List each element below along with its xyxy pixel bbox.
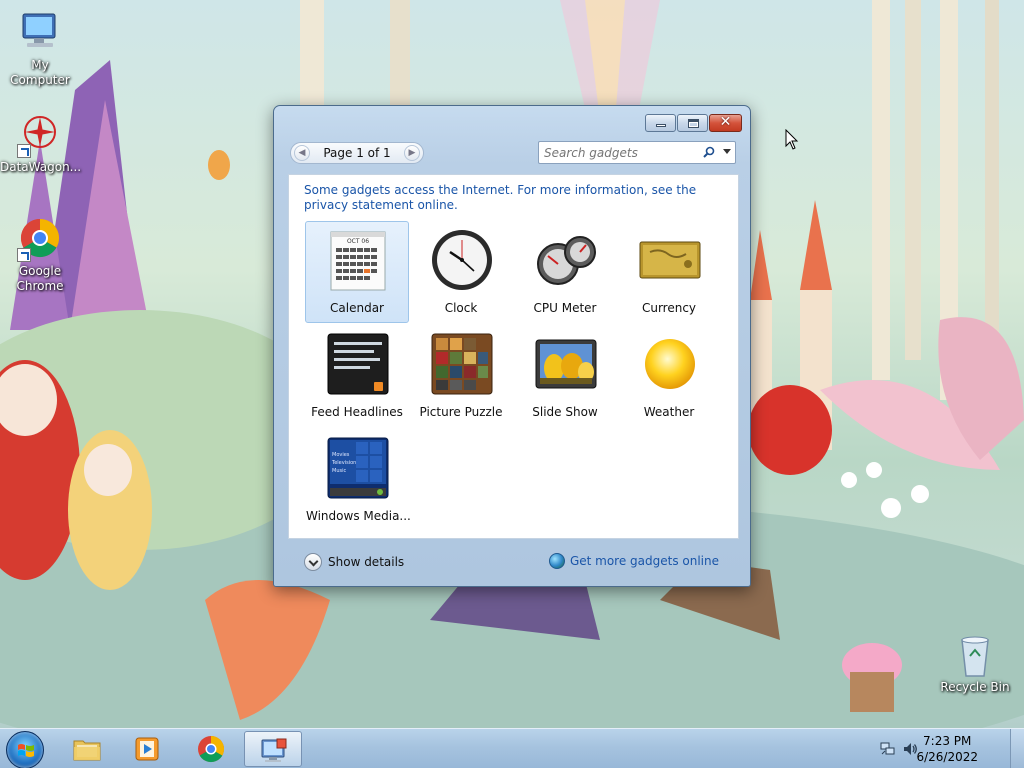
svg-text:Movies: Movies xyxy=(332,452,350,458)
desktop-icon-label: DataWagon... xyxy=(0,160,82,174)
globe-icon xyxy=(548,553,565,569)
chevron-down-icon xyxy=(304,553,322,571)
gadget-cpu-meter[interactable]: CPU Meter xyxy=(513,221,617,323)
gadget-label: Feed Headlines xyxy=(311,405,403,419)
show-details-label: Show details xyxy=(328,555,405,569)
mouse-cursor-icon xyxy=(785,129,799,150)
gadget-label: Currency xyxy=(641,301,697,315)
cpu-meter-icon xyxy=(537,236,596,285)
privacy-notice-link[interactable]: Some gadgets access the Internet. For mo… xyxy=(304,183,724,213)
feed-headlines-icon xyxy=(327,333,389,395)
shortcut-arrow-icon xyxy=(17,248,31,262)
svg-text:Television: Television xyxy=(331,460,356,466)
folder-icon xyxy=(73,740,101,761)
gadget-windows-media-center[interactable]: Movies Television Music Windows Media... xyxy=(305,429,411,531)
desktop-icon-my-computer[interactable]: My Computer xyxy=(0,10,80,88)
gadget-label: Clock xyxy=(444,301,478,315)
gadget-currency[interactable]: Currency xyxy=(617,221,721,323)
gadget-label: Windows Media... xyxy=(306,509,411,523)
window-caption-buttons: ✕ xyxy=(645,114,742,132)
weather-icon xyxy=(645,339,695,389)
taskbar: 7:23 PM 6/26/2022 xyxy=(0,728,1024,768)
search-box xyxy=(538,141,736,164)
system-tray: 7:23 PM 6/26/2022 xyxy=(874,729,1024,768)
search-icon[interactable] xyxy=(703,146,715,158)
search-dropdown-icon[interactable] xyxy=(723,149,731,154)
slide-show-icon xyxy=(535,339,597,389)
currency-icon xyxy=(639,241,701,279)
get-more-gadgets-label: Get more gadgets online xyxy=(569,554,719,568)
clock-time: 7:23 PM xyxy=(923,734,972,748)
desktop-icon-label: My Computer xyxy=(10,58,70,87)
close-icon: ✕ xyxy=(719,114,732,130)
chrome-icon xyxy=(198,735,225,763)
taskbar-item-chrome[interactable] xyxy=(182,731,240,767)
close-button[interactable]: ✕ xyxy=(709,114,742,132)
gallery-footer: Show details Get more gadgets online xyxy=(288,547,739,577)
search-input[interactable] xyxy=(544,144,694,161)
get-more-gadgets-link[interactable]: Get more gadgets online xyxy=(548,553,719,569)
taskbar-item-gadget-gallery[interactable] xyxy=(244,731,302,767)
gadget-gallery-icon xyxy=(261,738,287,762)
network-icon[interactable] xyxy=(880,741,896,757)
show-desktop-button[interactable] xyxy=(1010,729,1024,768)
minimize-icon xyxy=(656,124,666,127)
gadget-label: Weather xyxy=(643,405,695,419)
clock-date: 6/26/2022 xyxy=(916,750,978,764)
maximize-icon xyxy=(688,119,699,128)
desktop-icon-label: Google Chrome xyxy=(16,264,64,293)
chrome-icon xyxy=(17,216,63,262)
picture-puzzle-icon xyxy=(431,333,493,395)
desktop-icon-recycle-bin[interactable]: Recycle Bin xyxy=(935,632,1015,695)
recycle-bin-icon xyxy=(952,632,998,678)
computer-icon xyxy=(17,10,63,56)
previous-page-button[interactable]: ◀ xyxy=(294,145,310,161)
minimize-button[interactable] xyxy=(645,114,676,132)
show-details-toggle[interactable]: Show details xyxy=(304,553,404,571)
gadget-label: CPU Meter xyxy=(533,301,597,315)
gadget-picture-puzzle[interactable]: Picture Puzzle xyxy=(409,325,513,427)
gadget-feed-headlines[interactable]: Feed Headlines xyxy=(305,325,409,427)
gadget-calendar[interactable]: OCT 06 Calendar xyxy=(305,221,409,323)
taskbar-clock[interactable]: 7:23 PM 6/26/2022 xyxy=(916,733,978,765)
desktop-icon-datawagon[interactable]: DataWagon... xyxy=(0,112,82,175)
windows-logo-icon xyxy=(18,744,34,757)
desktop-icon-label: Recycle Bin xyxy=(940,680,1010,694)
shortcut-arrow-icon xyxy=(17,144,31,158)
maximize-button[interactable] xyxy=(677,114,708,132)
next-page-button[interactable]: ▶ xyxy=(404,145,420,161)
gadget-label: Picture Puzzle xyxy=(419,405,503,419)
svg-text:Music: Music xyxy=(332,468,346,474)
gadget-clock[interactable]: Clock xyxy=(409,221,513,323)
calendar-icon: OCT 06 xyxy=(330,231,386,291)
windows-media-icon: Movies Television Music xyxy=(327,437,389,499)
start-button[interactable] xyxy=(6,731,44,768)
clock-icon xyxy=(432,230,492,290)
gallery-toolbar: ◀ Page 1 of 1 ▶ xyxy=(290,140,736,166)
desktop-icon-google-chrome[interactable]: Google Chrome xyxy=(0,216,80,294)
gadget-label: Calendar xyxy=(330,301,384,315)
svg-text:OCT 06: OCT 06 xyxy=(347,238,369,245)
taskbar-item-file-explorer[interactable] xyxy=(58,731,116,767)
gadget-slide-show[interactable]: Slide Show xyxy=(513,325,617,427)
gadget-panel: Some gadgets access the Internet. For mo… xyxy=(288,174,739,539)
gadget-weather[interactable]: Weather xyxy=(617,325,721,427)
page-indicator: Page 1 of 1 xyxy=(323,146,391,160)
gadget-label: Slide Show xyxy=(532,405,598,419)
datawagon-icon xyxy=(17,112,63,158)
page-navigator: ◀ Page 1 of 1 ▶ xyxy=(290,142,424,164)
gadget-gallery-window: ✕ ◀ Page 1 of 1 ▶ Some gadgets access th… xyxy=(273,105,751,587)
media-player-icon xyxy=(135,737,159,761)
taskbar-item-media-player[interactable] xyxy=(118,731,176,767)
